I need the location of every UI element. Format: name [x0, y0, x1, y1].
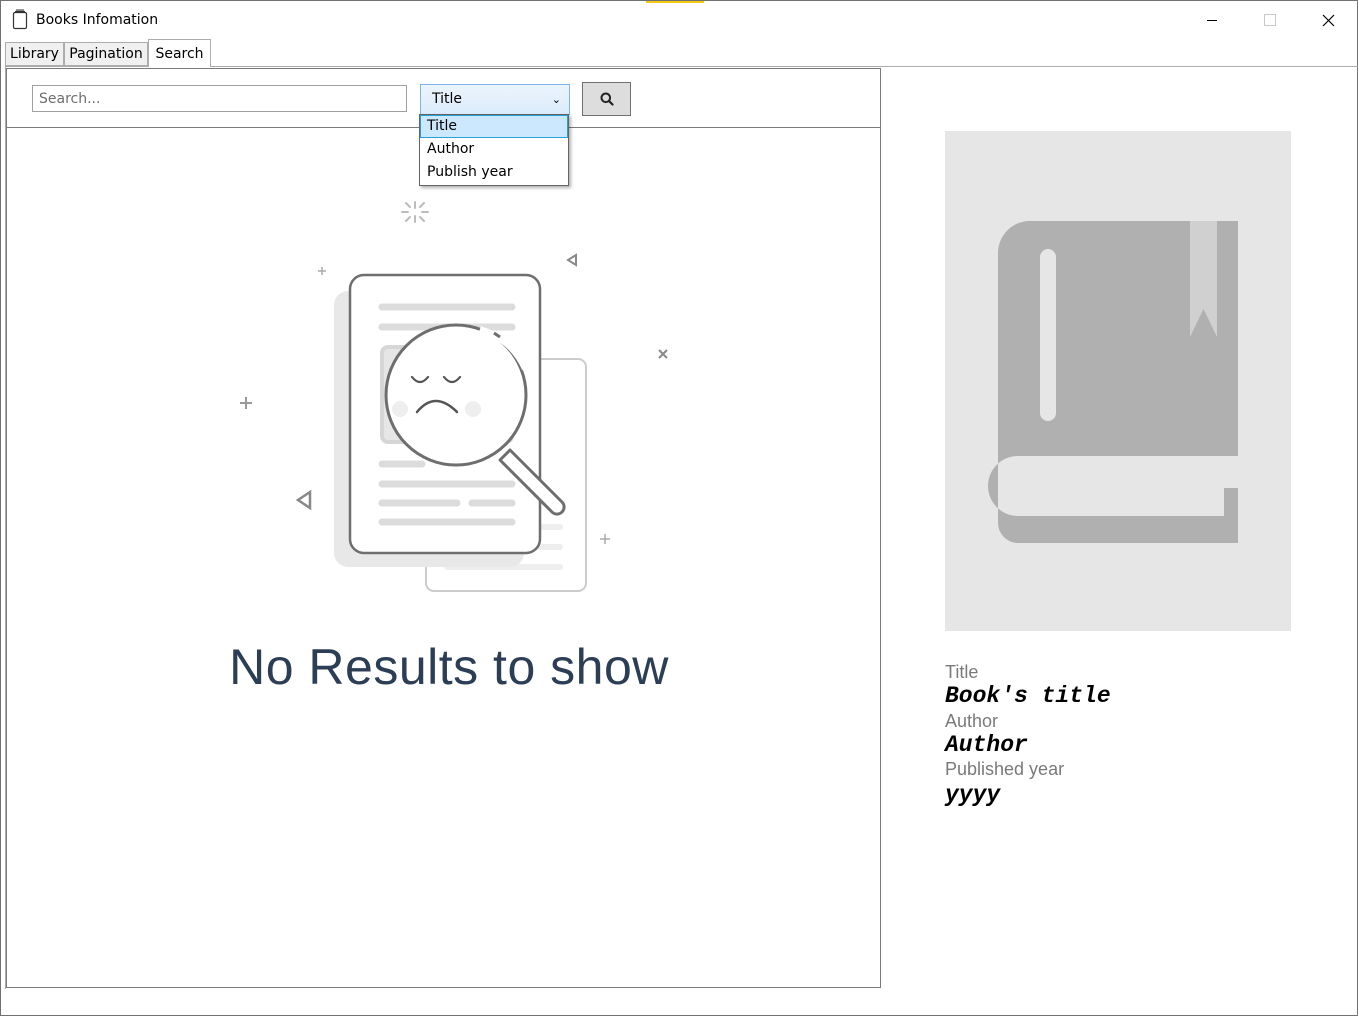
minimize-button[interactable]: [1183, 1, 1241, 39]
detail-author-value: Author: [945, 732, 1028, 758]
detail-year-label: Published year: [945, 759, 1065, 779]
search-button[interactable]: [582, 82, 631, 116]
tab-search[interactable]: Search: [148, 39, 211, 67]
maximize-icon: [1264, 14, 1276, 26]
dropdown-option-publish-year[interactable]: Publish year: [420, 161, 568, 184]
search-input[interactable]: [32, 85, 407, 112]
minimize-icon: [1207, 20, 1217, 21]
dropdown-option-title[interactable]: Title: [420, 115, 568, 138]
close-icon: [1322, 14, 1334, 26]
tab-library-label: Library: [10, 46, 59, 62]
detail-title-value: Book's title: [945, 683, 1111, 709]
tab-pagination-label: Pagination: [69, 46, 143, 62]
document-icon: [11, 9, 29, 30]
results-panel: Title ⌄: [6, 68, 881, 988]
detail-year-value: yyyy: [945, 782, 1001, 808]
search-filter-select[interactable]: Title ⌄: [420, 84, 570, 115]
search-filter-selected: Title: [432, 91, 463, 107]
tab-search-label: Search: [155, 45, 204, 62]
tab-pagination[interactable]: Pagination: [64, 42, 148, 66]
empty-state-message: No Results to show: [229, 639, 669, 695]
book-icon: [988, 221, 1238, 543]
chevron-down-icon: ⌄: [551, 93, 561, 106]
detail-title-label: Title: [945, 662, 979, 682]
title-bar[interactable]: Books Infomation: [1, 1, 1357, 39]
dropdown-option-author[interactable]: Author: [420, 138, 568, 161]
sad-magnifier-document-illustration: [240, 201, 668, 592]
tab-library[interactable]: Library: [5, 42, 64, 66]
maximize-button[interactable]: [1241, 1, 1299, 39]
detail-author-label: Author: [945, 711, 999, 731]
app-window: Books Infomation Library Pagination Sear…: [0, 0, 1358, 1016]
search-icon: [600, 92, 614, 106]
window-title: Books Infomation: [36, 12, 159, 28]
search-filter-dropdown: Title Author Publish year: [419, 114, 569, 186]
book-cover-placeholder: [945, 131, 1291, 631]
close-button[interactable]: [1299, 1, 1357, 39]
